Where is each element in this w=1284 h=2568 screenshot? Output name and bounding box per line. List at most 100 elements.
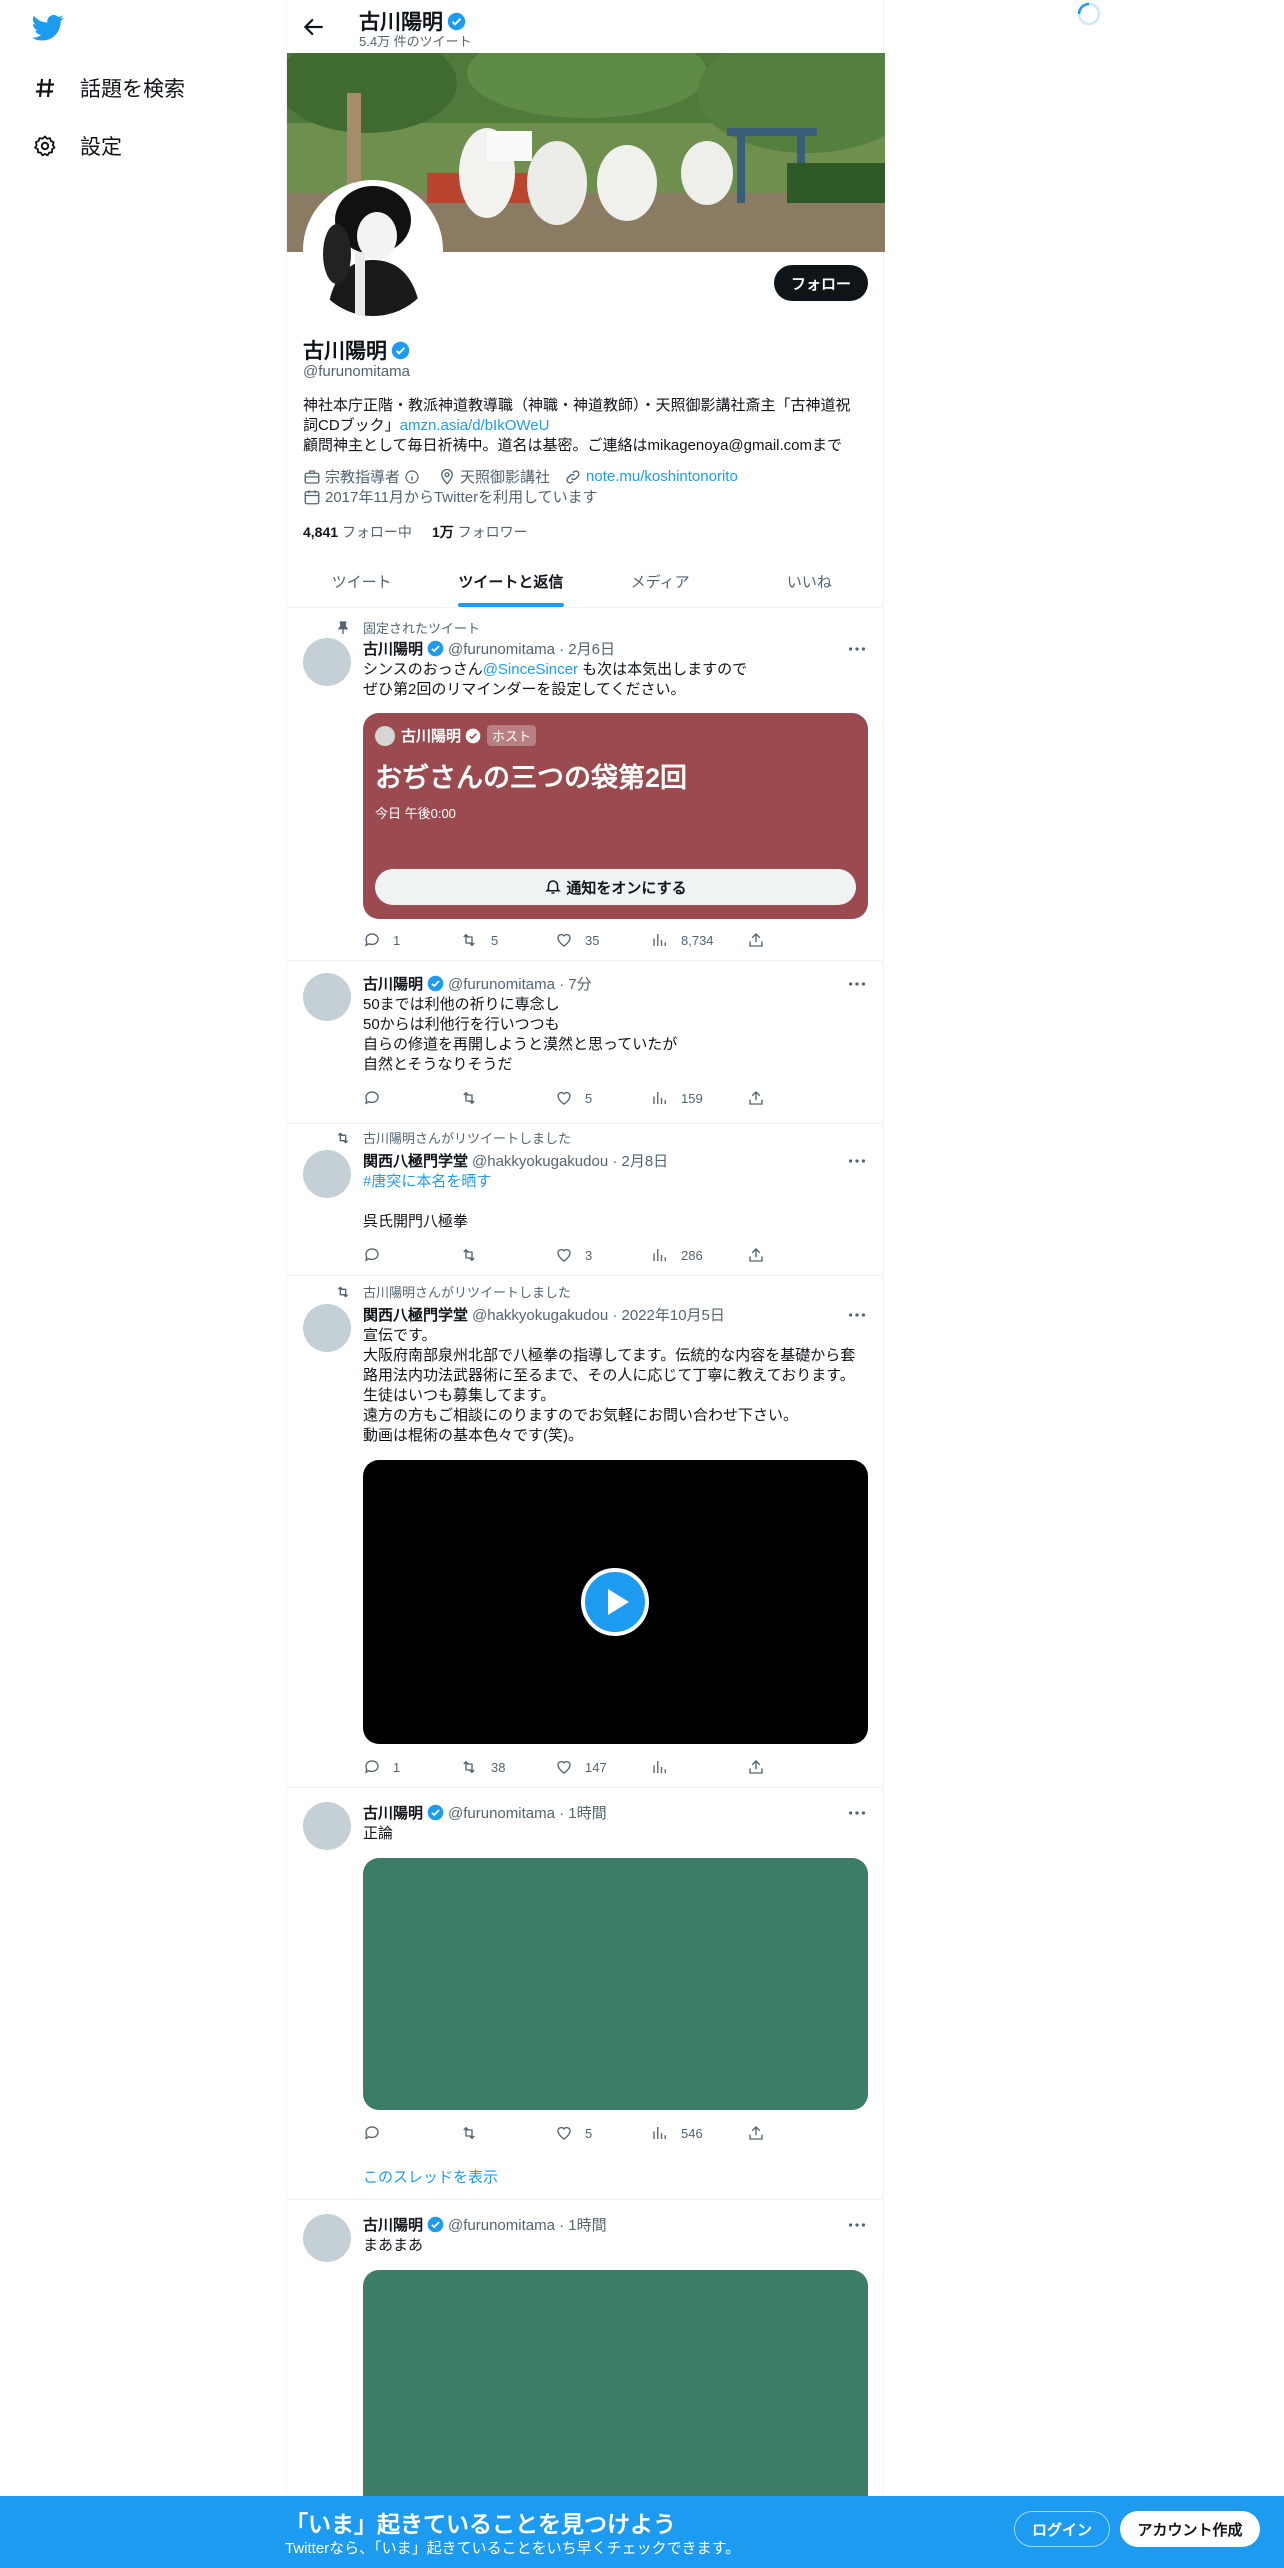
avatar[interactable] (303, 2214, 351, 2262)
space-card[interactable]: 古川陽明 ホスト おぢさんの三つの袋第2回 今日 午後0:00 通知をオンにする (363, 713, 868, 919)
view-count: 286 (681, 1247, 703, 1263)
signup-banner: 「いま」起きていることを見つけよう Twitterなら、「いま」起きていることを… (0, 2496, 1284, 2568)
login-button[interactable]: ログイン (1014, 2511, 1110, 2547)
avatar[interactable] (303, 1802, 351, 1850)
video-player[interactable] (363, 1460, 868, 1744)
nav-explore[interactable]: 話題を検索 (32, 73, 185, 103)
share-button[interactable] (747, 931, 787, 949)
author-name[interactable]: 関西八極門学堂 (363, 1304, 468, 1325)
host-badge: ホスト (487, 725, 537, 746)
views-button[interactable]: 546 (651, 2124, 747, 2142)
like-button[interactable]: 147 (555, 1758, 651, 1776)
reply-button[interactable]: 1 (363, 1758, 459, 1776)
tweet[interactable]: 古川陽明 @furunomitama · 1時間 正論 5 546 このスレッド… (287, 1788, 884, 2200)
notify-on-button[interactable]: 通知をオンにする (375, 869, 856, 905)
profile-meta-row: 宗教指導者 天照御影講社 note.mu/koshintonorito (303, 466, 752, 487)
tweet-image[interactable] (363, 1858, 868, 2110)
share-icon (749, 1091, 763, 1105)
avatar[interactable] (303, 973, 351, 1021)
share-button[interactable] (747, 1758, 787, 1776)
signup-banner-title: 「いま」起きていることを見つけよう (285, 2511, 676, 2537)
author-name[interactable]: 古川陽明 (363, 973, 423, 994)
followers-label: フォロワー (457, 524, 528, 540)
followers-stat[interactable]: 1万 フォロワー (432, 522, 528, 542)
views-button[interactable]: 159 (651, 1089, 747, 1107)
tweet[interactable]: 古川陽明 @furunomitama · 7分 50までは利他の祈りに専念し 5… (287, 961, 884, 1124)
create-account-button[interactable]: アカウント作成 (1120, 2511, 1260, 2547)
joined-text: 2017年11月からTwitterを利用しています (325, 489, 598, 506)
tab-tweets-and-replies[interactable]: ツイートと返信 (436, 555, 585, 607)
retweet-button[interactable] (459, 1246, 555, 1264)
more-options-icon[interactable] (846, 973, 868, 995)
reply-button[interactable]: 1 (363, 931, 459, 949)
author-meta: @hakkyokugakudou · 2月8日 (472, 1153, 669, 1170)
share-button[interactable] (747, 2124, 787, 2142)
reply-button[interactable] (363, 2124, 459, 2142)
like-button[interactable]: 5 (555, 1089, 651, 1107)
following-stat[interactable]: 4,841 フォロー中 (303, 522, 412, 542)
avatar[interactable] (303, 638, 351, 686)
tweet-retweeted[interactable]: 古川陽明さんがリツイートしました 関西八極門学堂 @hakkyokugakudo… (287, 1276, 884, 1788)
avatar[interactable] (303, 1304, 351, 1352)
tweet-pinned[interactable]: 固定されたツイート 古川陽明 @furunomitama · 2月6日 シンスの… (287, 608, 884, 961)
retweet-icon (463, 1091, 475, 1105)
avatar[interactable] (303, 1150, 351, 1198)
author-name[interactable]: 関西八極門学堂 (363, 1150, 468, 1171)
nav-settings[interactable]: 設定 (32, 131, 122, 161)
views-button[interactable]: 8,734 (651, 931, 747, 949)
retweet-button[interactable] (459, 1089, 555, 1107)
tab-tweets[interactable]: ツイート (287, 555, 436, 607)
more-options-icon[interactable] (846, 1304, 868, 1326)
tab-likes[interactable]: いいね (735, 555, 884, 607)
heart-icon (557, 1248, 571, 1262)
reply-button[interactable] (363, 1089, 459, 1107)
hashtag-link[interactable]: #唐突に本名を晒す (363, 1172, 868, 1192)
more-options-icon[interactable] (846, 638, 868, 660)
signup-banner-subtitle: Twitterなら、「いま」起きていることをいち早くチェックできます。 (285, 2540, 741, 2557)
share-button[interactable] (747, 1246, 787, 1264)
more-options-icon[interactable] (846, 1802, 868, 1824)
heart-icon (557, 933, 571, 947)
followers-count: 1万 (431, 524, 454, 540)
bio-text: 詞CDブック」 (303, 417, 400, 434)
retweeted-by-text[interactable]: 古川陽明さんがリツイートしました (363, 1128, 571, 1147)
more-options-icon[interactable] (846, 2214, 868, 2236)
pin-icon (337, 620, 349, 634)
retweet-button[interactable] (459, 2124, 555, 2142)
retweet-icon (337, 1285, 349, 1298)
mention-link[interactable]: @SinceSincer (483, 661, 578, 678)
views-button[interactable]: 286 (651, 1246, 747, 1264)
profile-stats: 4,841 フォロー中 1万 フォロワー (303, 522, 548, 542)
profile-avatar[interactable] (303, 180, 443, 320)
views-button[interactable] (651, 1758, 747, 1776)
author-name[interactable]: 古川陽明 (363, 2214, 423, 2235)
play-icon[interactable] (581, 1568, 649, 1636)
retweet-button[interactable]: 5 (459, 931, 555, 949)
info-icon[interactable] (404, 469, 420, 485)
tweet-retweeted[interactable]: 古川陽明さんがリツイートしました 関西八極門学堂 @hakkyokugakudo… (287, 1124, 884, 1276)
hashtag-icon (32, 75, 58, 101)
calendar-icon (304, 489, 320, 504)
show-thread-link[interactable]: このスレッドを表示 (363, 2166, 498, 2187)
profile-website[interactable]: note.mu/koshintonorito (564, 468, 738, 486)
follow-button[interactable]: フォロー (774, 265, 868, 301)
like-button[interactable]: 3 (555, 1246, 651, 1264)
author-meta: @furunomitama · 7分 (448, 976, 592, 993)
website-link[interactable]: note.mu/koshintonorito (586, 468, 738, 485)
bio-link[interactable]: amzn.asia/d/bIkOWeU (400, 417, 550, 434)
bio-line: 顧問神主として毎日祈祷中。道名は基密。ご連絡はmikagenoya@gmail.… (303, 437, 843, 454)
heart-icon (557, 2126, 571, 2140)
like-button[interactable]: 35 (555, 931, 651, 949)
retweet-button[interactable]: 38 (459, 1758, 555, 1776)
verified-badge-icon (465, 728, 481, 743)
tab-media[interactable]: メディア (586, 555, 735, 607)
share-button[interactable] (747, 1089, 787, 1107)
more-options-icon[interactable] (846, 1150, 868, 1172)
like-button[interactable]: 5 (555, 2124, 651, 2142)
reply-button[interactable] (363, 1246, 459, 1264)
author-name[interactable]: 古川陽明 (363, 638, 423, 659)
retweeted-by-text[interactable]: 古川陽明さんがリツイートしました (363, 1282, 571, 1301)
twitter-logo-icon[interactable] (32, 14, 64, 42)
back-arrow-icon[interactable] (301, 14, 327, 40)
author-name[interactable]: 古川陽明 (363, 1802, 423, 1823)
